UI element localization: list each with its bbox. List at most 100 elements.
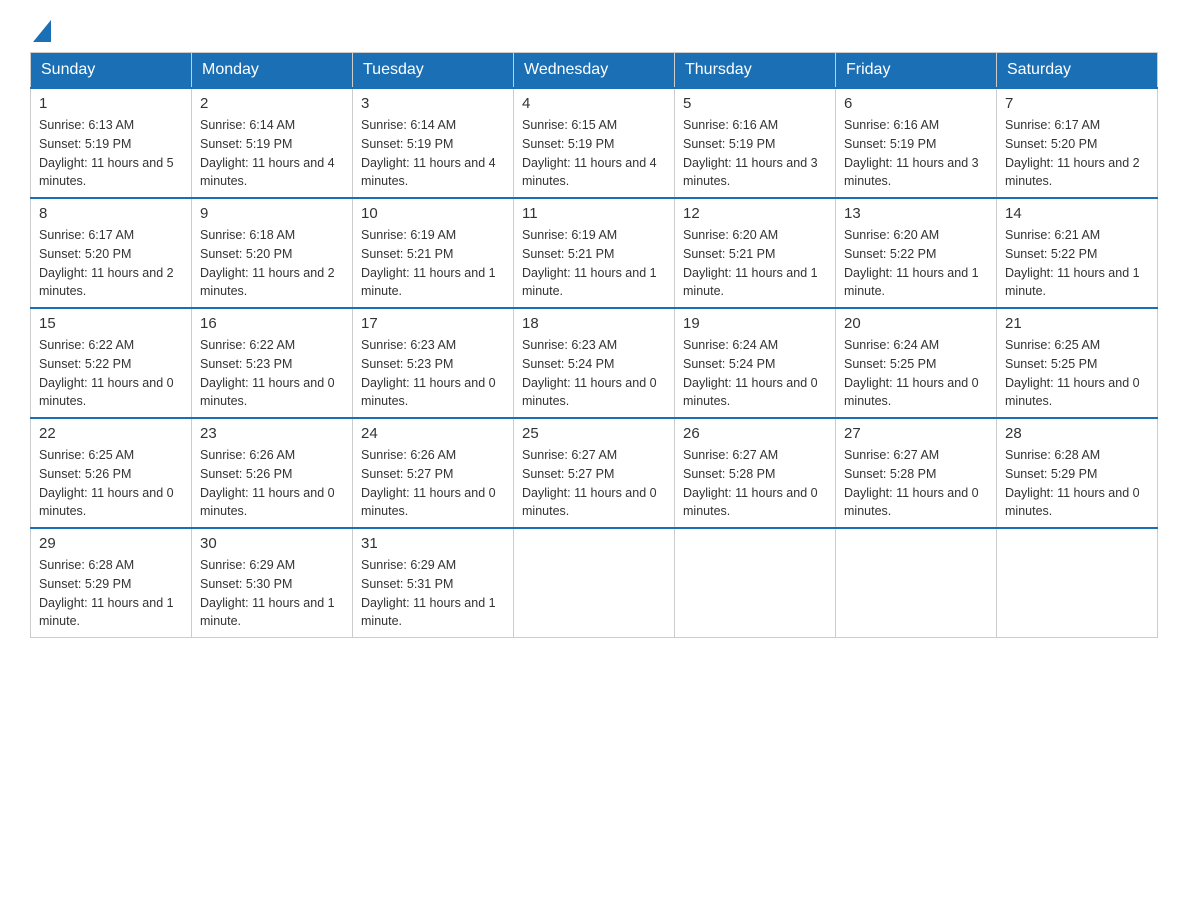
day-info: Sunrise: 6:19 AMSunset: 5:21 PMDaylight:… (522, 226, 666, 301)
day-info: Sunrise: 6:13 AMSunset: 5:19 PMDaylight:… (39, 116, 183, 191)
day-info: Sunrise: 6:25 AMSunset: 5:25 PMDaylight:… (1005, 336, 1149, 411)
calendar-cell: 14 Sunrise: 6:21 AMSunset: 5:22 PMDaylig… (997, 198, 1158, 308)
day-number: 2 (200, 95, 344, 112)
day-number: 15 (39, 315, 183, 332)
day-number: 24 (361, 425, 505, 442)
calendar-cell: 22 Sunrise: 6:25 AMSunset: 5:26 PMDaylig… (31, 418, 192, 528)
calendar-cell: 10 Sunrise: 6:19 AMSunset: 5:21 PMDaylig… (353, 198, 514, 308)
calendar-table: SundayMondayTuesdayWednesdayThursdayFrid… (30, 52, 1158, 638)
day-info: Sunrise: 6:24 AMSunset: 5:24 PMDaylight:… (683, 336, 827, 411)
calendar-cell: 31 Sunrise: 6:29 AMSunset: 5:31 PMDaylig… (353, 528, 514, 638)
calendar-week-row: 22 Sunrise: 6:25 AMSunset: 5:26 PMDaylig… (31, 418, 1158, 528)
calendar-cell: 15 Sunrise: 6:22 AMSunset: 5:22 PMDaylig… (31, 308, 192, 418)
day-info: Sunrise: 6:23 AMSunset: 5:24 PMDaylight:… (522, 336, 666, 411)
day-info: Sunrise: 6:28 AMSunset: 5:29 PMDaylight:… (39, 556, 183, 631)
day-header-wednesday: Wednesday (514, 53, 675, 89)
day-info: Sunrise: 6:24 AMSunset: 5:25 PMDaylight:… (844, 336, 988, 411)
day-info: Sunrise: 6:27 AMSunset: 5:28 PMDaylight:… (844, 446, 988, 521)
calendar-cell: 13 Sunrise: 6:20 AMSunset: 5:22 PMDaylig… (836, 198, 997, 308)
day-info: Sunrise: 6:27 AMSunset: 5:27 PMDaylight:… (522, 446, 666, 521)
day-number: 10 (361, 205, 505, 222)
day-info: Sunrise: 6:22 AMSunset: 5:23 PMDaylight:… (200, 336, 344, 411)
calendar-cell: 25 Sunrise: 6:27 AMSunset: 5:27 PMDaylig… (514, 418, 675, 528)
calendar-week-row: 15 Sunrise: 6:22 AMSunset: 5:22 PMDaylig… (31, 308, 1158, 418)
day-number: 9 (200, 205, 344, 222)
day-info: Sunrise: 6:16 AMSunset: 5:19 PMDaylight:… (683, 116, 827, 191)
calendar-week-row: 29 Sunrise: 6:28 AMSunset: 5:29 PMDaylig… (31, 528, 1158, 638)
calendar-header-row: SundayMondayTuesdayWednesdayThursdayFrid… (31, 53, 1158, 89)
day-info: Sunrise: 6:20 AMSunset: 5:21 PMDaylight:… (683, 226, 827, 301)
calendar-week-row: 1 Sunrise: 6:13 AMSunset: 5:19 PMDayligh… (31, 88, 1158, 198)
day-header-monday: Monday (192, 53, 353, 89)
day-number: 1 (39, 95, 183, 112)
day-number: 13 (844, 205, 988, 222)
calendar-cell: 7 Sunrise: 6:17 AMSunset: 5:20 PMDayligh… (997, 88, 1158, 198)
calendar-cell: 24 Sunrise: 6:26 AMSunset: 5:27 PMDaylig… (353, 418, 514, 528)
page-header (30, 20, 1158, 42)
day-number: 28 (1005, 425, 1149, 442)
day-info: Sunrise: 6:19 AMSunset: 5:21 PMDaylight:… (361, 226, 505, 301)
day-number: 5 (683, 95, 827, 112)
logo (30, 20, 51, 42)
calendar-week-row: 8 Sunrise: 6:17 AMSunset: 5:20 PMDayligh… (31, 198, 1158, 308)
calendar-cell: 17 Sunrise: 6:23 AMSunset: 5:23 PMDaylig… (353, 308, 514, 418)
day-header-tuesday: Tuesday (353, 53, 514, 89)
calendar-cell: 8 Sunrise: 6:17 AMSunset: 5:20 PMDayligh… (31, 198, 192, 308)
calendar-cell: 27 Sunrise: 6:27 AMSunset: 5:28 PMDaylig… (836, 418, 997, 528)
day-number: 17 (361, 315, 505, 332)
calendar-cell: 12 Sunrise: 6:20 AMSunset: 5:21 PMDaylig… (675, 198, 836, 308)
day-info: Sunrise: 6:17 AMSunset: 5:20 PMDaylight:… (39, 226, 183, 301)
day-header-thursday: Thursday (675, 53, 836, 89)
day-number: 7 (1005, 95, 1149, 112)
calendar-cell: 2 Sunrise: 6:14 AMSunset: 5:19 PMDayligh… (192, 88, 353, 198)
day-number: 27 (844, 425, 988, 442)
day-number: 26 (683, 425, 827, 442)
day-number: 29 (39, 535, 183, 552)
calendar-cell: 19 Sunrise: 6:24 AMSunset: 5:24 PMDaylig… (675, 308, 836, 418)
calendar-cell: 5 Sunrise: 6:16 AMSunset: 5:19 PMDayligh… (675, 88, 836, 198)
calendar-cell: 11 Sunrise: 6:19 AMSunset: 5:21 PMDaylig… (514, 198, 675, 308)
day-info: Sunrise: 6:17 AMSunset: 5:20 PMDaylight:… (1005, 116, 1149, 191)
day-number: 25 (522, 425, 666, 442)
day-number: 4 (522, 95, 666, 112)
day-info: Sunrise: 6:29 AMSunset: 5:31 PMDaylight:… (361, 556, 505, 631)
calendar-cell: 23 Sunrise: 6:26 AMSunset: 5:26 PMDaylig… (192, 418, 353, 528)
day-number: 8 (39, 205, 183, 222)
logo-arrow-icon (33, 20, 51, 42)
day-info: Sunrise: 6:14 AMSunset: 5:19 PMDaylight:… (361, 116, 505, 191)
day-info: Sunrise: 6:26 AMSunset: 5:26 PMDaylight:… (200, 446, 344, 521)
day-number: 30 (200, 535, 344, 552)
calendar-cell: 3 Sunrise: 6:14 AMSunset: 5:19 PMDayligh… (353, 88, 514, 198)
day-info: Sunrise: 6:22 AMSunset: 5:22 PMDaylight:… (39, 336, 183, 411)
calendar-cell: 6 Sunrise: 6:16 AMSunset: 5:19 PMDayligh… (836, 88, 997, 198)
day-number: 20 (844, 315, 988, 332)
calendar-cell: 21 Sunrise: 6:25 AMSunset: 5:25 PMDaylig… (997, 308, 1158, 418)
calendar-cell (836, 528, 997, 638)
day-info: Sunrise: 6:21 AMSunset: 5:22 PMDaylight:… (1005, 226, 1149, 301)
day-number: 18 (522, 315, 666, 332)
calendar-cell: 20 Sunrise: 6:24 AMSunset: 5:25 PMDaylig… (836, 308, 997, 418)
day-number: 12 (683, 205, 827, 222)
calendar-cell (514, 528, 675, 638)
calendar-cell: 9 Sunrise: 6:18 AMSunset: 5:20 PMDayligh… (192, 198, 353, 308)
calendar-cell: 30 Sunrise: 6:29 AMSunset: 5:30 PMDaylig… (192, 528, 353, 638)
day-number: 21 (1005, 315, 1149, 332)
day-info: Sunrise: 6:27 AMSunset: 5:28 PMDaylight:… (683, 446, 827, 521)
day-info: Sunrise: 6:23 AMSunset: 5:23 PMDaylight:… (361, 336, 505, 411)
calendar-cell: 18 Sunrise: 6:23 AMSunset: 5:24 PMDaylig… (514, 308, 675, 418)
day-info: Sunrise: 6:25 AMSunset: 5:26 PMDaylight:… (39, 446, 183, 521)
day-number: 3 (361, 95, 505, 112)
day-header-sunday: Sunday (31, 53, 192, 89)
day-number: 31 (361, 535, 505, 552)
calendar-cell: 1 Sunrise: 6:13 AMSunset: 5:19 PMDayligh… (31, 88, 192, 198)
day-number: 6 (844, 95, 988, 112)
day-header-saturday: Saturday (997, 53, 1158, 89)
day-info: Sunrise: 6:18 AMSunset: 5:20 PMDaylight:… (200, 226, 344, 301)
calendar-cell (675, 528, 836, 638)
day-info: Sunrise: 6:20 AMSunset: 5:22 PMDaylight:… (844, 226, 988, 301)
day-info: Sunrise: 6:29 AMSunset: 5:30 PMDaylight:… (200, 556, 344, 631)
day-number: 23 (200, 425, 344, 442)
day-info: Sunrise: 6:15 AMSunset: 5:19 PMDaylight:… (522, 116, 666, 191)
day-info: Sunrise: 6:26 AMSunset: 5:27 PMDaylight:… (361, 446, 505, 521)
day-info: Sunrise: 6:14 AMSunset: 5:19 PMDaylight:… (200, 116, 344, 191)
